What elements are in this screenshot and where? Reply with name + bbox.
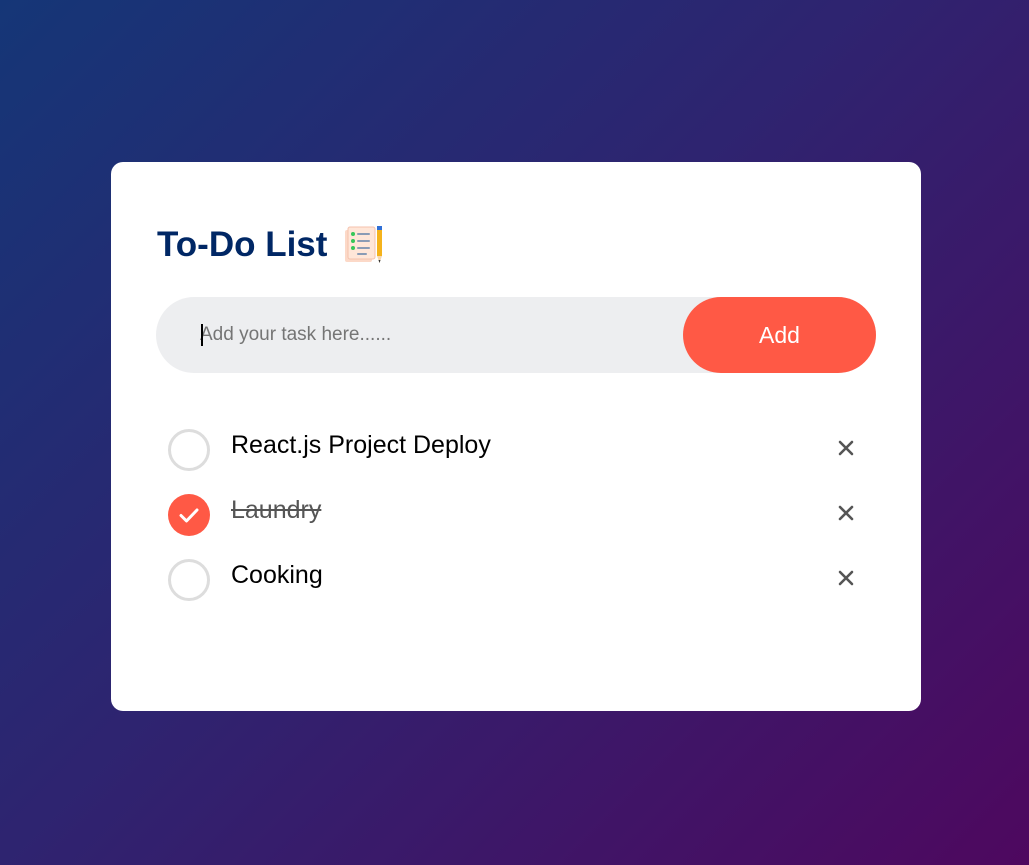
todo-card: To-Do List Add your task here...... Add … [111,162,921,711]
list-item[interactable]: React.js Project Deploy [167,424,867,489]
close-icon[interactable] [831,498,861,528]
page-background: To-Do List Add your task here...... Add … [0,0,1029,865]
close-icon[interactable] [831,433,861,463]
text-caret [201,324,203,346]
checkbox-unchecked-icon[interactable] [168,429,210,471]
list-item[interactable]: Cooking [167,554,867,619]
task-label: React.js Project Deploy [231,431,491,459]
checkbox-unchecked-icon[interactable] [168,559,210,601]
close-icon[interactable] [831,563,861,593]
task-input[interactable] [200,297,670,373]
page-title: To-Do List [157,225,328,264]
list-item[interactable]: Laundry [167,489,867,554]
header: To-Do List [157,224,384,266]
notepad-checklist-icon [342,224,384,266]
task-list: React.js Project Deploy Laundry Cooking [167,424,867,619]
checkbox-checked-icon[interactable] [168,494,210,536]
task-label: Laundry [231,496,322,524]
add-button[interactable]: Add [683,297,876,373]
task-label: Cooking [231,561,323,589]
task-input-row: Add [156,297,876,373]
